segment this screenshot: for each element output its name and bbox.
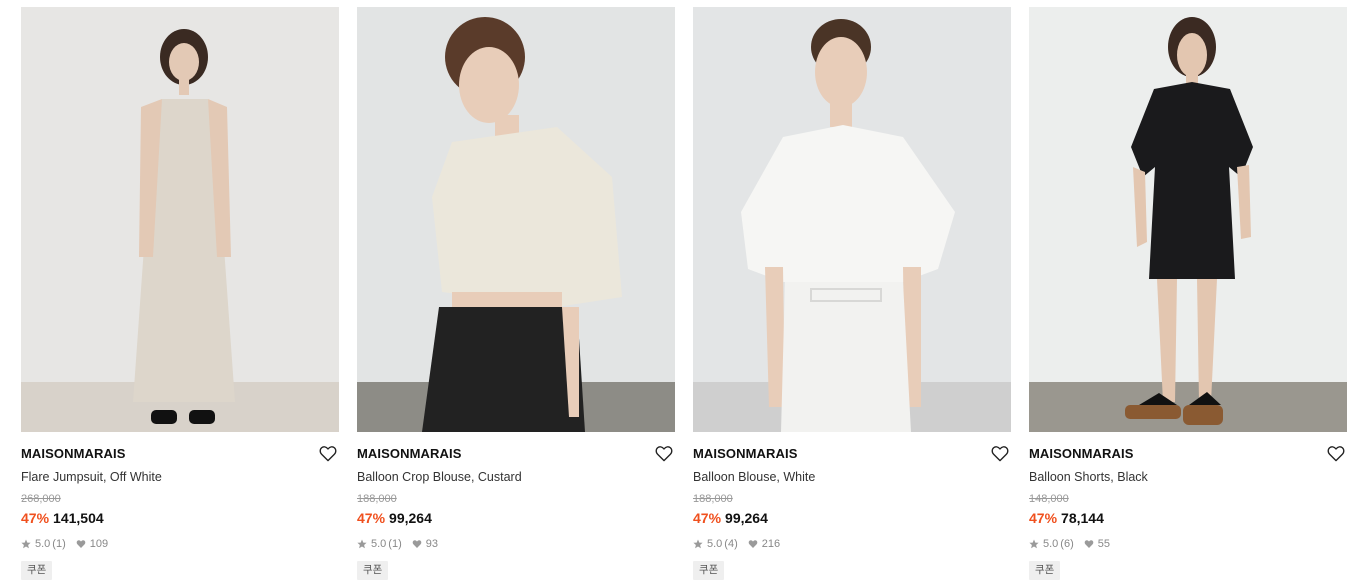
heart-outline-icon	[319, 445, 337, 462]
wishlist-button[interactable]	[319, 445, 337, 462]
model-face	[1177, 33, 1207, 77]
heart-outline-icon	[655, 445, 673, 462]
rating-value: 5.0	[371, 538, 387, 550]
price-row: 47% 141,504	[21, 510, 339, 527]
heart-filled-icon	[412, 539, 422, 549]
original-price: 188,000	[357, 493, 397, 505]
product-image[interactable]	[21, 7, 339, 432]
product-image[interactable]	[1029, 7, 1347, 432]
product-photo	[21, 7, 339, 432]
model-neck	[179, 79, 189, 95]
original-price: 188,000	[693, 493, 733, 505]
product-name[interactable]: Flare Jumpsuit, Off White	[21, 469, 339, 485]
product-name[interactable]: Balloon Blouse, White	[693, 469, 1011, 485]
sale-price: 99,264	[725, 510, 768, 526]
sale-price: 141,504	[53, 510, 104, 526]
product-info: MAISONMARAIS Balloon Crop Blouse, Custar…	[357, 432, 675, 580]
original-price: 268,000	[21, 493, 61, 505]
price-row: 47% 78,144	[1029, 510, 1347, 527]
product-stats: 5.0 (1) 109	[21, 537, 339, 551]
rating-value: 5.0	[35, 538, 51, 550]
wishlist-button[interactable]	[991, 445, 1009, 462]
sale-price: 99,264	[389, 510, 432, 526]
product-image[interactable]	[357, 7, 675, 432]
original-price: 148,000	[1029, 493, 1069, 505]
model-sandal	[1125, 405, 1181, 419]
product-photo	[357, 7, 675, 432]
product-card[interactable]: MAISONMARAIS Balloon Shorts, Black 148,0…	[1029, 7, 1347, 586]
brand-name[interactable]: MAISONMARAIS	[21, 446, 339, 462]
discount-rate: 47%	[693, 510, 722, 526]
product-name[interactable]: Balloon Crop Blouse, Custard	[357, 469, 675, 485]
coupon-badge: 쿠폰	[21, 561, 53, 580]
discount-rate: 47%	[1029, 510, 1058, 526]
heart-filled-icon	[1084, 539, 1094, 549]
product-info: MAISONMARAIS Balloon Blouse, White 188,0…	[693, 432, 1011, 580]
model-neck	[830, 102, 852, 127]
product-stats: 5.0 (1) 93	[357, 537, 675, 551]
brand-name[interactable]: MAISONMARAIS	[1029, 446, 1347, 462]
product-card[interactable]: MAISONMARAIS Flare Jumpsuit, Off White 2…	[21, 7, 339, 586]
model-shoe	[189, 410, 215, 424]
model-face	[169, 43, 199, 81]
star-icon	[693, 539, 703, 549]
model-shoe	[151, 410, 177, 424]
product-stats: 5.0 (6) 55	[1029, 537, 1347, 551]
product-photo	[1029, 7, 1347, 432]
price-row: 47% 99,264	[693, 510, 1011, 527]
review-count: (6)	[1060, 538, 1074, 550]
product-info: MAISONMARAIS Balloon Shorts, Black 148,0…	[1029, 432, 1347, 580]
product-stats: 5.0 (4) 216	[693, 537, 1011, 551]
price-row: 47% 99,264	[357, 510, 675, 527]
like-count: 109	[89, 538, 109, 550]
heart-outline-icon	[991, 445, 1009, 462]
heart-outline-icon	[1327, 445, 1345, 462]
product-image[interactable]	[693, 7, 1011, 432]
wishlist-button[interactable]	[1327, 445, 1345, 462]
coupon-badge: 쿠폰	[1029, 561, 1061, 580]
model-face	[459, 47, 519, 123]
garment-lower	[422, 307, 585, 432]
product-info: MAISONMARAIS Flare Jumpsuit, Off White 2…	[21, 432, 339, 580]
coupon-badge: 쿠폰	[357, 561, 389, 580]
like-count: 216	[761, 538, 781, 550]
review-count: (1)	[388, 538, 402, 550]
garment-lower	[781, 282, 911, 432]
product-name[interactable]: Balloon Shorts, Black	[1029, 469, 1347, 485]
star-icon	[21, 539, 31, 549]
star-icon	[357, 539, 367, 549]
star-icon	[1029, 539, 1039, 549]
brand-name[interactable]: MAISONMARAIS	[357, 446, 675, 462]
rating-value: 5.0	[1043, 538, 1059, 550]
sale-price: 78,144	[1061, 510, 1104, 526]
heart-filled-icon	[748, 539, 758, 549]
brand-name[interactable]: MAISONMARAIS	[693, 446, 1011, 462]
coupon-badge: 쿠폰	[693, 561, 725, 580]
product-photo	[693, 7, 1011, 432]
wishlist-button[interactable]	[655, 445, 673, 462]
heart-filled-icon	[76, 539, 86, 549]
discount-rate: 47%	[21, 510, 50, 526]
product-card[interactable]: MAISONMARAIS Balloon Blouse, White 188,0…	[693, 7, 1011, 586]
review-count: (4)	[724, 538, 738, 550]
like-count: 93	[425, 538, 438, 550]
model-sandal	[1183, 405, 1223, 425]
discount-rate: 47%	[357, 510, 386, 526]
like-count: 55	[1097, 538, 1110, 550]
rating-value: 5.0	[707, 538, 723, 550]
product-card[interactable]: MAISONMARAIS Balloon Crop Blouse, Custar…	[357, 7, 675, 586]
model-face	[815, 37, 867, 107]
review-count: (1)	[52, 538, 66, 550]
